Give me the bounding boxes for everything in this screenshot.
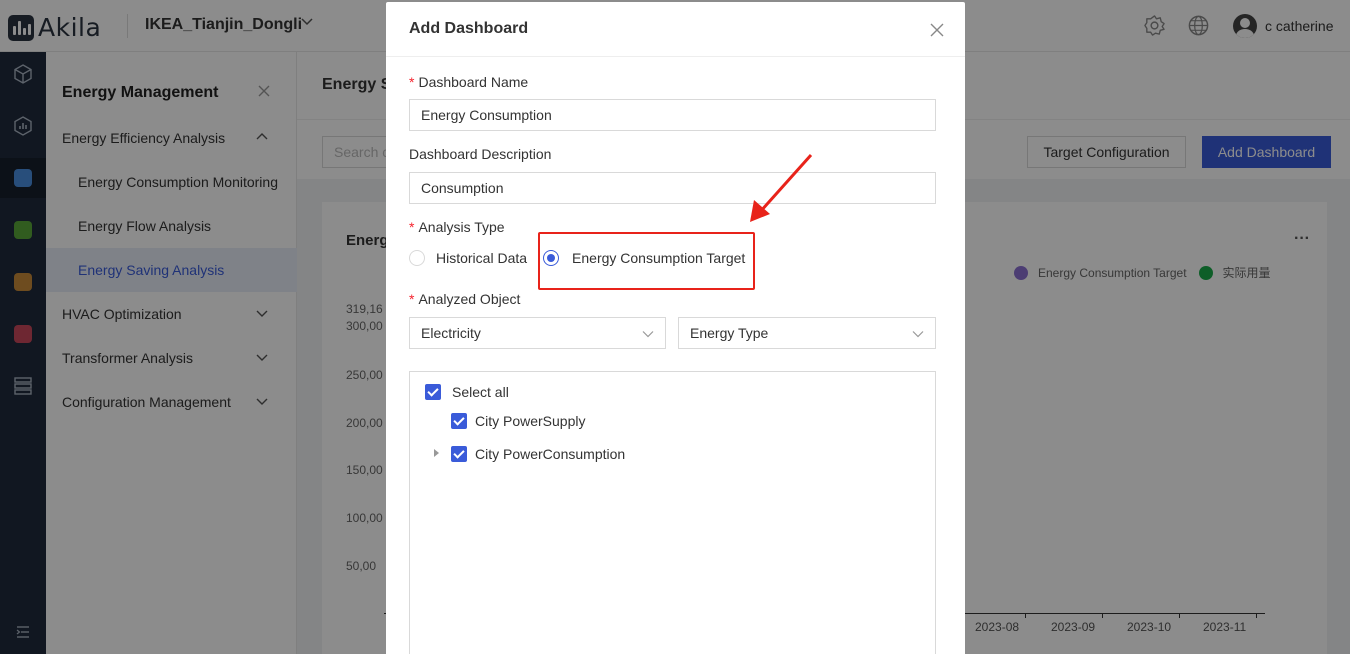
tree-item[interactable]: City PowerConsumption bbox=[451, 446, 625, 462]
dashboard-name-label: * Dashboard Name bbox=[409, 74, 529, 90]
radio-historical-data[interactable]: Historical Data bbox=[409, 250, 527, 266]
select-value: Energy Type bbox=[690, 325, 769, 341]
tree-label: City PowerSupply bbox=[475, 413, 586, 429]
tree-label: Select all bbox=[452, 384, 509, 400]
dashboard-name-input[interactable]: Energy Consumption bbox=[409, 99, 936, 131]
tree-label: City PowerConsumption bbox=[475, 446, 626, 462]
energy-type-select[interactable]: Energy Type bbox=[678, 317, 936, 349]
checkbox-checked[interactable] bbox=[425, 384, 441, 400]
object-tree: Select all City PowerSupply City PowerCo… bbox=[409, 371, 936, 654]
modal-divider bbox=[386, 56, 965, 57]
checkbox-checked[interactable] bbox=[451, 446, 467, 462]
dashboard-description-input[interactable]: Consumption bbox=[409, 172, 936, 204]
chevron-down-icon bbox=[912, 331, 924, 338]
analysis-type-label: * Analysis Type bbox=[409, 219, 505, 235]
chevron-down-icon bbox=[642, 331, 654, 338]
annotation-arrow-icon bbox=[750, 153, 813, 222]
add-dashboard-modal: Add Dashboard * Dashboard Name Energy Con… bbox=[386, 2, 965, 654]
checkbox-checked[interactable] bbox=[451, 413, 467, 429]
tree-item[interactable]: City PowerSupply bbox=[451, 413, 586, 429]
tree-select-all[interactable]: Select all bbox=[425, 384, 509, 400]
analyzed-object-label: * Analyzed Object bbox=[409, 291, 521, 307]
annotation-highlight-box bbox=[538, 232, 755, 290]
radio-label: Historical Data bbox=[436, 250, 528, 266]
close-icon[interactable] bbox=[930, 23, 944, 37]
dashboard-description-label: Dashboard Description bbox=[409, 146, 552, 162]
caret-right-icon[interactable] bbox=[434, 449, 439, 457]
radio-button[interactable] bbox=[409, 250, 425, 266]
modal-title: Add Dashboard bbox=[409, 20, 529, 37]
select-value: Electricity bbox=[421, 325, 481, 341]
object-select[interactable]: Electricity bbox=[409, 317, 666, 349]
